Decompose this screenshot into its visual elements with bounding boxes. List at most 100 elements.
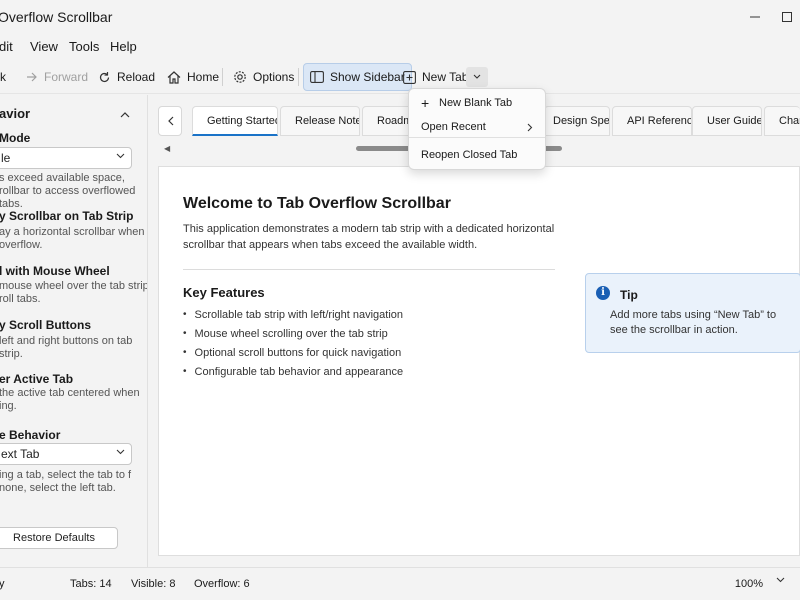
toolbar: k Forward Reload Home Options Show Sideb… [0, 60, 800, 94]
home-label: Home [187, 70, 220, 84]
mode-label: Mode [0, 131, 31, 145]
tab-roadmap[interactable]: Roadm [362, 106, 412, 136]
chevron-left-icon [167, 116, 173, 126]
feature-text: Scrollable tab strip with left/right nav… [194, 309, 404, 321]
forward-button[interactable]: Forward [20, 63, 94, 91]
new-tab-label: New Tab [422, 70, 469, 84]
menu-bar: dit View Tools Help [0, 34, 800, 58]
back-label: k [0, 70, 6, 84]
scrollbar-option-label[interactable]: y Scrollbar on Tab Strip [0, 209, 133, 223]
reload-label: Reload [117, 70, 156, 84]
tab-getting-started[interactable]: Getting Started [192, 106, 278, 136]
tab-label: Chan [779, 115, 800, 127]
tab-label: Roadm [377, 115, 412, 127]
mode-description: s exceed available space, rollbar to acc… [0, 172, 136, 210]
menu-view[interactable]: View [30, 39, 58, 54]
reload-button[interactable]: Reload [92, 63, 161, 91]
maximize-icon [782, 12, 792, 22]
bullet-icon: • [183, 309, 187, 320]
center-option-label[interactable]: er Active Tab [0, 372, 73, 386]
bullet-icon: • [183, 366, 187, 377]
tab-design-specs[interactable]: Design Specs [544, 106, 610, 136]
features-heading: Key Features [183, 285, 265, 300]
tab-release-notes[interactable]: Release Notes [280, 106, 360, 136]
restore-defaults-button[interactable]: Restore Defaults [0, 527, 118, 549]
menu-edit[interactable]: dit [0, 39, 13, 54]
feature-text: Mouse wheel scrolling over the tab strip [194, 328, 388, 340]
tab-label: API Reference [627, 115, 692, 127]
tip-title: Tip [620, 288, 638, 302]
collapse-button[interactable] [120, 107, 130, 121]
minimize-button[interactable] [740, 6, 770, 28]
arrow-right-icon [27, 72, 37, 82]
home-button[interactable]: Home [161, 63, 225, 91]
tip-callout: i Tip Add more tabs using “New Tab” to s… [585, 273, 800, 353]
menu-item-open-recent[interactable]: Open Recent [409, 116, 545, 138]
sidebar-header: avior [0, 106, 31, 121]
new-tab-button[interactable]: New Tab [397, 63, 474, 91]
back-button[interactable]: k [0, 63, 12, 91]
tab-label: Getting Started [207, 114, 278, 127]
options-label: Options [253, 70, 295, 84]
settings-sidebar: avior Mode le s exceed available space, … [0, 95, 148, 567]
title-bar: Overflow Scrollbar [0, 0, 800, 34]
chevron-down-icon [776, 577, 785, 583]
menu-help[interactable]: Help [110, 39, 137, 54]
tab-scroll-left-button[interactable] [158, 106, 182, 136]
menu-tools[interactable]: Tools [69, 39, 99, 54]
tip-text: Add more tabs using “New Tab” to see the… [610, 309, 777, 336]
tab-label: Release Notes [295, 115, 360, 127]
status-tab-count: Tabs: 14 [70, 578, 112, 590]
window-title: Overflow Scrollbar [0, 9, 113, 25]
tab-api-reference[interactable]: API Reference [612, 106, 692, 136]
chevron-down-icon [473, 74, 481, 79]
feature-text: Configurable tab behavior and appearance [194, 366, 404, 378]
forward-label: Forward [44, 70, 89, 84]
chevron-up-icon [120, 112, 130, 118]
feature-list: • Scrollable tab strip with left/right na… [183, 309, 403, 385]
status-ready: y [0, 578, 5, 590]
buttons-option-label[interactable]: y Scroll Buttons [0, 318, 91, 332]
tab-user-guide[interactable]: User Guide [692, 106, 762, 136]
list-item: • Optional scroll buttons for quick navig… [183, 347, 403, 366]
content-page: Welcome to Tab Overflow Scrollbar This a… [158, 166, 800, 556]
menu-item-new-blank-tab[interactable]: + New Blank Tab [409, 92, 545, 114]
wheel-option-description: mouse wheel over the tab strip roll tabs… [0, 280, 148, 305]
tab-changelog[interactable]: Chan [764, 106, 800, 136]
menu-divider [409, 137, 545, 138]
options-button[interactable]: Options [227, 63, 300, 91]
close-behavior-value: ext Tab [1, 447, 40, 461]
zoom-level[interactable]: 100% [724, 573, 774, 595]
info-icon: i [596, 286, 610, 300]
tab-label: User Guide [707, 115, 762, 127]
new-tab-dropdown-button[interactable] [466, 67, 488, 87]
close-behavior-label: e Behavior [0, 428, 61, 442]
scrollbar-option-description: ay a horizontal scrollbar when overflow. [0, 226, 145, 251]
list-item: • Mouse wheel scrolling over the tab stri… [183, 328, 403, 347]
new-tab-dropdown-menu: + New Blank Tab Open Recent Reopen Close… [408, 88, 546, 170]
close-behavior-select[interactable]: ext Tab [0, 443, 132, 465]
menu-item-reopen-closed-tab[interactable]: Reopen Closed Tab [409, 144, 545, 166]
menu-item-label: New Blank Tab [439, 97, 513, 109]
feature-text: Optional scroll buttons for quick naviga… [194, 347, 402, 359]
show-sidebar-button[interactable]: Show Sidebar [303, 63, 412, 91]
scroll-left-arrow-icon[interactable]: ◀ [164, 144, 170, 153]
divider [183, 269, 555, 270]
mode-value: le [1, 151, 11, 165]
chevron-right-icon [527, 123, 533, 131]
home-icon [167, 70, 181, 84]
gear-icon [234, 71, 246, 83]
wheel-option-label[interactable]: l with Mouse Wheel [0, 264, 110, 278]
toolbar-divider [222, 68, 223, 86]
chevron-down-icon [116, 153, 125, 159]
page-intro: This application demonstrates a modern t… [183, 223, 555, 251]
minimize-icon [750, 16, 760, 18]
close-behavior-description: ing a tab, select the tab to f none, sel… [0, 469, 132, 494]
maximize-button[interactable] [772, 6, 800, 28]
mode-select[interactable]: le [0, 147, 132, 169]
bullet-icon: • [183, 328, 187, 339]
add-tab-icon [403, 70, 416, 84]
status-overflow-count: Overflow: 6 [194, 578, 250, 590]
list-item: • Configurable tab behavior and appearanc… [183, 366, 403, 385]
zoom-value: 100% [734, 578, 764, 590]
